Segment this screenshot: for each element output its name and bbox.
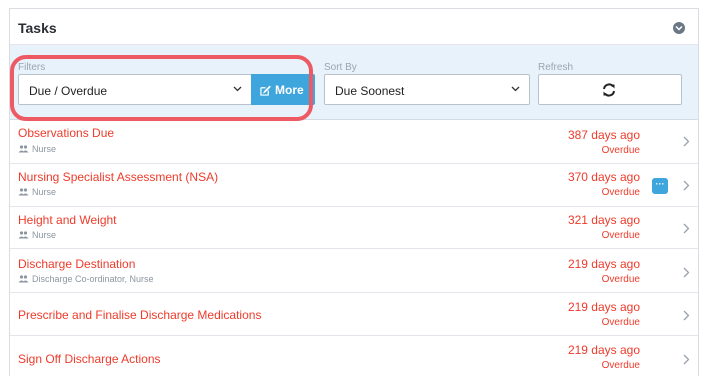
task-role: Discharge Co-ordinator, Nurse [18,274,154,284]
task-status: Overdue [601,145,640,156]
task-role-text: Nurse [32,144,57,154]
chevron-down-icon [675,25,683,31]
task-due-ago: 219 days ago [567,257,640,271]
chevron-right-icon [683,310,690,321]
chevron-down-icon [233,86,242,92]
people-icon [18,188,29,196]
task-role: Nurse [18,230,56,240]
sort-label: Sort By [324,62,357,73]
refresh-icon [603,83,615,97]
chevron-right-icon [683,354,690,365]
chevron-right-icon [683,267,690,278]
refresh-button[interactable] [538,74,682,105]
people-icon [18,231,29,239]
chevron-right-icon [683,180,690,191]
panel-title: Tasks [18,20,57,36]
task-role-text: Nurse [32,187,57,197]
filter-select-value: Due / Overdue [29,84,108,98]
tasks-panel: Tasks Filters Due / Overdue More Sort By… [9,8,699,376]
task-due-ago: 219 days ago [567,300,640,314]
chevron-right-icon [683,223,690,234]
sort-select[interactable]: Due Soonest [324,74,530,105]
chevron-right-icon [683,136,690,147]
task-name: Sign Off Discharge Actions [18,352,161,366]
task-role: Nurse [18,187,56,197]
task-name: Height and Weight [18,213,117,227]
task-row[interactable]: Prescribe and Finalise Discharge Medicat… [10,293,698,336]
edit-icon [260,85,271,96]
collapse-button[interactable] [673,22,685,34]
task-name: Observations Due [18,126,115,140]
more-filters-button[interactable]: More [251,74,315,105]
filter-select[interactable]: Due / Overdue [18,74,252,105]
task-role-text: Discharge Co-ordinator, Nurse [32,274,154,284]
task-status: Overdue [601,187,640,198]
task-due-ago: 219 days ago [567,343,640,357]
more-label: More [275,83,304,97]
chevron-down-icon [511,86,520,92]
task-due-ago: 387 days ago [567,128,640,142]
task-name: Prescribe and Finalise Discharge Medicat… [18,308,262,322]
task-status: Overdue [601,274,640,285]
task-row[interactable]: Observations Due Nurse 387 days ago Over… [10,121,698,164]
task-row[interactable]: Sign Off Discharge Actions 219 days ago … [10,336,698,376]
task-name: Nursing Specialist Assessment (NSA) [18,170,219,184]
task-role-text: Nurse [32,230,57,240]
task-status: Overdue [601,360,640,371]
sort-select-value: Due Soonest [335,84,405,98]
filter-bar: Filters Due / Overdue More Sort By Due S… [10,45,698,120]
task-due-ago: 370 days ago [567,170,640,184]
people-icon [18,275,29,283]
task-row[interactable]: Height and Weight Nurse 321 days ago Ove… [10,207,698,249]
panel-header: Tasks [10,9,698,45]
task-actions-button[interactable]: ··· [652,178,668,194]
task-row[interactable]: Nursing Specialist Assessment (NSA) Nurs… [10,164,698,207]
task-row[interactable]: Discharge Destination Discharge Co-ordin… [10,249,698,293]
task-status: Overdue [601,317,640,328]
task-due-ago: 321 days ago [567,213,640,227]
task-name: Discharge Destination [18,257,136,271]
people-icon [18,145,29,153]
task-role: Nurse [18,144,56,154]
filters-label: Filters [18,62,46,73]
refresh-label: Refresh [538,62,574,73]
task-status: Overdue [601,230,640,241]
